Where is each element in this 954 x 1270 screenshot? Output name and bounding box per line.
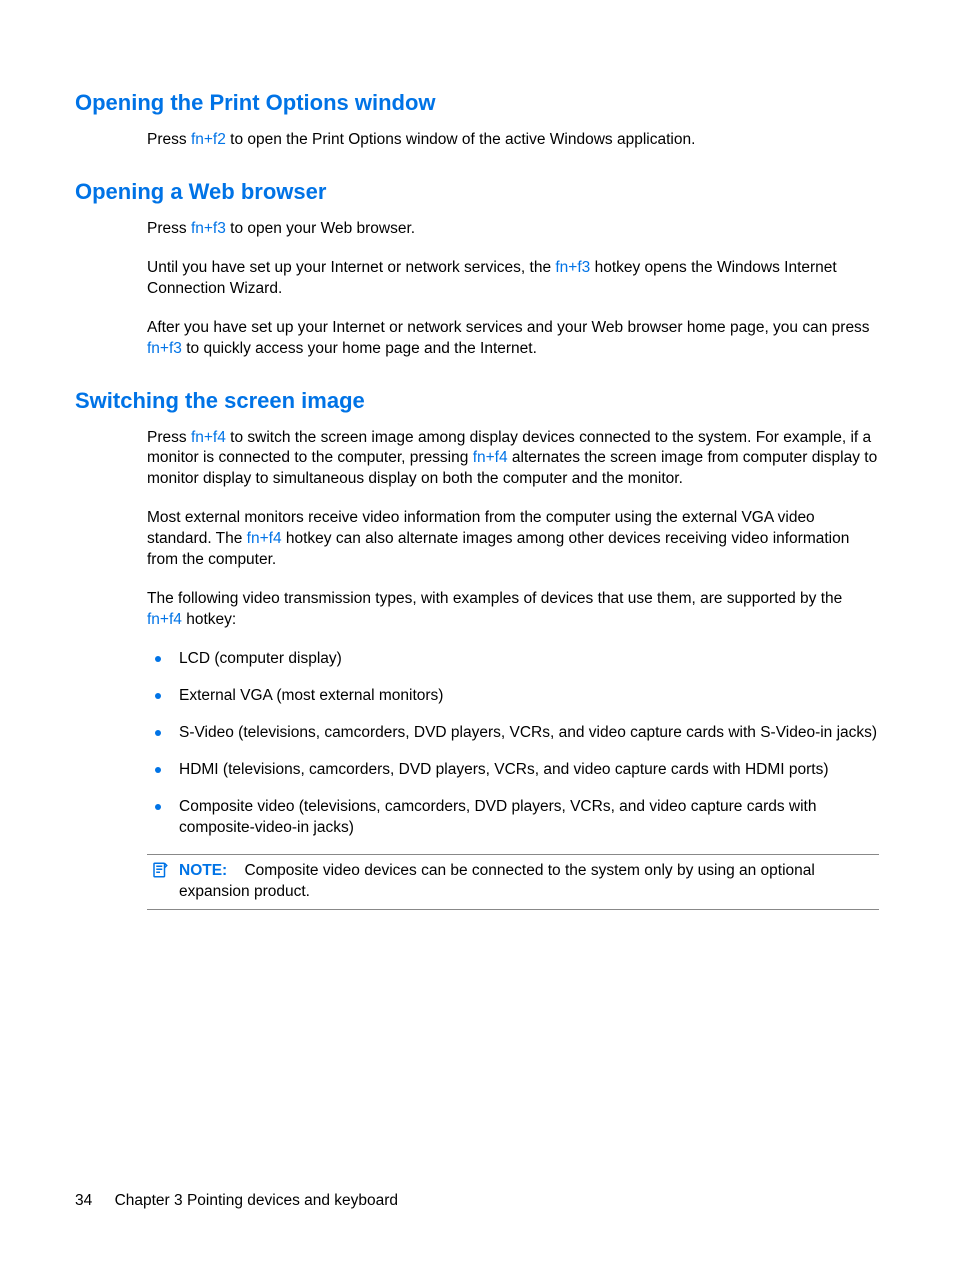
list-item: S-Video (televisions, camcorders, DVD pl… xyxy=(147,723,879,744)
text: Press xyxy=(147,220,191,237)
text: to quickly access your home page and the… xyxy=(182,340,537,357)
heading-print-options: Opening the Print Options window xyxy=(75,90,879,116)
paragraph: Until you have set up your Internet or n… xyxy=(147,258,879,300)
paragraph: Press fn+f4 to switch the screen image a… xyxy=(147,428,879,491)
page-footer: 34 Chapter 3 Pointing devices and keyboa… xyxy=(75,1192,398,1210)
section-web-browser: Opening a Web browser Press fn+f3 to ope… xyxy=(75,179,879,360)
bullet-list: LCD (computer display) External VGA (mos… xyxy=(147,649,879,839)
list-item: Composite video (televisions, camcorders… xyxy=(147,797,879,839)
chapter-title: Chapter 3 Pointing devices and keyboard xyxy=(115,1192,399,1209)
paragraph: Press fn+f3 to open your Web browser. xyxy=(147,219,879,240)
note-text: Composite video devices can be connected… xyxy=(179,862,815,900)
text: Press xyxy=(147,429,191,446)
note-text xyxy=(232,862,245,879)
hotkey-text: fn+f3 xyxy=(147,340,182,357)
hotkey-text: fn+f4 xyxy=(247,530,282,547)
heading-screen-image: Switching the screen image xyxy=(75,388,879,414)
hotkey-text: fn+f2 xyxy=(191,131,226,148)
paragraph: The following video transmission types, … xyxy=(147,589,879,631)
hotkey-text: fn+f3 xyxy=(191,220,226,237)
text: After you have set up your Internet or n… xyxy=(147,319,870,336)
text: to open the Print Options window of the … xyxy=(226,131,696,148)
list-item: External VGA (most external monitors) xyxy=(147,686,879,707)
heading-web-browser: Opening a Web browser xyxy=(75,179,879,205)
text: Press xyxy=(147,131,191,148)
page-number: 34 xyxy=(75,1192,92,1209)
section-print-options: Opening the Print Options window Press f… xyxy=(75,90,879,151)
section-screen-image: Switching the screen image Press fn+f4 t… xyxy=(75,388,879,911)
text: Until you have set up your Internet or n… xyxy=(147,259,555,276)
paragraph: After you have set up your Internet or n… xyxy=(147,318,879,360)
list-item: LCD (computer display) xyxy=(147,649,879,670)
text: The following video transmission types, … xyxy=(147,590,842,607)
hotkey-text: fn+f4 xyxy=(191,429,226,446)
hotkey-text: fn+f4 xyxy=(473,449,508,466)
text: hotkey: xyxy=(182,611,236,628)
list-item: HDMI (televisions, camcorders, DVD playe… xyxy=(147,760,879,781)
note-label: NOTE: xyxy=(179,862,227,879)
note-box: NOTE: Composite video devices can be con… xyxy=(147,854,879,910)
text: to open your Web browser. xyxy=(226,220,415,237)
hotkey-text: fn+f4 xyxy=(147,611,182,628)
paragraph: Most external monitors receive video inf… xyxy=(147,508,879,571)
note-icon xyxy=(151,861,169,879)
paragraph: Press fn+f2 to open the Print Options wi… xyxy=(147,130,879,151)
hotkey-text: fn+f3 xyxy=(555,259,590,276)
